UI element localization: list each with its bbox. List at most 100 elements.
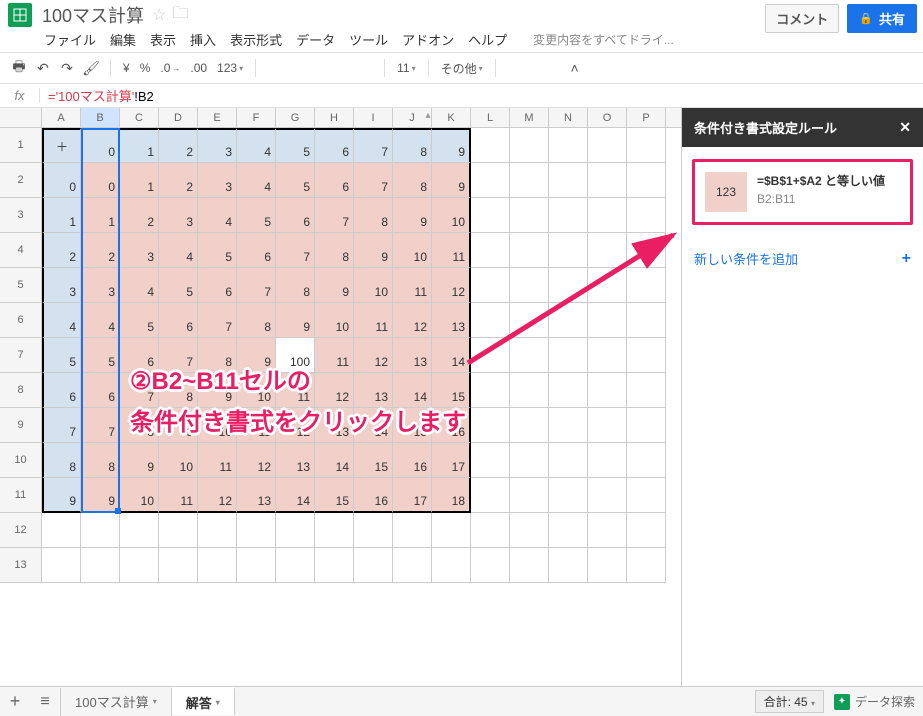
cell-I3[interactable]: 8	[354, 198, 393, 233]
cell-H8[interactable]: 12	[315, 373, 354, 408]
cell-E4[interactable]: 5	[198, 233, 237, 268]
cell-O2[interactable]	[588, 163, 627, 198]
cell-H13[interactable]	[315, 548, 354, 583]
cell-A4[interactable]: 2	[42, 233, 81, 268]
cell-D8[interactable]: 8	[159, 373, 198, 408]
col-header-N[interactable]: N	[549, 108, 588, 127]
cell-P13[interactable]	[627, 548, 666, 583]
cell-E12[interactable]	[198, 513, 237, 548]
menu-file[interactable]: ファイル	[44, 30, 96, 49]
row-header-5[interactable]: 5	[0, 268, 42, 303]
cell-G11[interactable]: 14	[276, 478, 315, 513]
row-header-4[interactable]: 4	[0, 233, 42, 268]
cell-C7[interactable]: 6	[120, 338, 159, 373]
cell-D4[interactable]: 4	[159, 233, 198, 268]
cell-A2[interactable]: 0	[42, 163, 81, 198]
menu-tools[interactable]: ツール	[349, 30, 388, 49]
print-icon[interactable]: 🖶	[8, 57, 30, 79]
cell-E5[interactable]: 6	[198, 268, 237, 303]
cell-F12[interactable]	[237, 513, 276, 548]
cell-J8[interactable]: 14	[393, 373, 432, 408]
cell-C3[interactable]: 2	[120, 198, 159, 233]
cell-L3[interactable]	[471, 198, 510, 233]
cell-N11[interactable]	[549, 478, 588, 513]
cell-O11[interactable]	[588, 478, 627, 513]
dec-decrease-button[interactable]: .0→	[156, 61, 184, 75]
cell-N1[interactable]	[549, 128, 588, 163]
cell-B12[interactable]	[81, 513, 120, 548]
cell-L8[interactable]	[471, 373, 510, 408]
cell-C13[interactable]	[120, 548, 159, 583]
cell-I12[interactable]	[354, 513, 393, 548]
cell-N8[interactable]	[549, 373, 588, 408]
cell-A3[interactable]: 1	[42, 198, 81, 233]
col-header-B[interactable]: B	[81, 108, 120, 127]
cell-P4[interactable]	[627, 233, 666, 268]
cell-K3[interactable]: 10	[432, 198, 471, 233]
cell-L6[interactable]	[471, 303, 510, 338]
cell-G12[interactable]	[276, 513, 315, 548]
menu-addons[interactable]: アドオン	[402, 30, 454, 49]
cell-M4[interactable]	[510, 233, 549, 268]
add-rule-button[interactable]: 新しい条件を追加 +	[682, 237, 923, 280]
cell-N10[interactable]	[549, 443, 588, 478]
cell-B10[interactable]: 8	[81, 443, 120, 478]
cell-P10[interactable]	[627, 443, 666, 478]
col-header-M[interactable]: M	[510, 108, 549, 127]
cell-K10[interactable]: 17	[432, 443, 471, 478]
more-button[interactable]: その他 ▾	[437, 60, 487, 77]
cell-F7[interactable]: 9	[237, 338, 276, 373]
cell-F10[interactable]: 12	[237, 443, 276, 478]
cell-H4[interactable]: 8	[315, 233, 354, 268]
cell-I11[interactable]: 16	[354, 478, 393, 513]
cell-H5[interactable]: 9	[315, 268, 354, 303]
cell-F4[interactable]: 6	[237, 233, 276, 268]
cell-C5[interactable]: 4	[120, 268, 159, 303]
cell-E2[interactable]: 3	[198, 163, 237, 198]
col-header-O[interactable]: O	[588, 108, 627, 127]
cell-L10[interactable]	[471, 443, 510, 478]
dec-increase-button[interactable]: .00	[186, 61, 211, 75]
cell-O9[interactable]	[588, 408, 627, 443]
cell-G4[interactable]: 7	[276, 233, 315, 268]
paint-format-icon[interactable]: 🖌	[80, 57, 102, 79]
menu-help[interactable]: ヘルプ	[468, 30, 507, 49]
col-header-I[interactable]: I	[354, 108, 393, 127]
cell-O12[interactable]	[588, 513, 627, 548]
cell-F6[interactable]: 8	[237, 303, 276, 338]
cell-P9[interactable]	[627, 408, 666, 443]
row-header-10[interactable]: 10	[0, 443, 42, 478]
cell-I13[interactable]	[354, 548, 393, 583]
cell-K12[interactable]	[432, 513, 471, 548]
row-header-11[interactable]: 11	[0, 478, 42, 513]
cell-C8[interactable]: 7	[120, 373, 159, 408]
cell-K1[interactable]: 9	[432, 128, 471, 163]
cell-B6[interactable]: 4	[81, 303, 120, 338]
cell-G6[interactable]: 9	[276, 303, 315, 338]
cell-K7[interactable]: 14	[432, 338, 471, 373]
row-header-6[interactable]: 6	[0, 303, 42, 338]
row-header-13[interactable]: 13	[0, 548, 42, 583]
cell-O13[interactable]	[588, 548, 627, 583]
cell-L9[interactable]	[471, 408, 510, 443]
cell-M3[interactable]	[510, 198, 549, 233]
col-header-L[interactable]: L	[471, 108, 510, 127]
cell-M6[interactable]	[510, 303, 549, 338]
cell-N4[interactable]	[549, 233, 588, 268]
cell-F3[interactable]: 5	[237, 198, 276, 233]
cell-A11[interactable]: 9	[42, 478, 81, 513]
cell-H3[interactable]: 7	[315, 198, 354, 233]
cell-P7[interactable]	[627, 338, 666, 373]
cell-H2[interactable]: 6	[315, 163, 354, 198]
cell-E3[interactable]: 4	[198, 198, 237, 233]
cell-M12[interactable]	[510, 513, 549, 548]
cell-M5[interactable]	[510, 268, 549, 303]
col-header-A[interactable]: A	[42, 108, 81, 127]
cell-H11[interactable]: 15	[315, 478, 354, 513]
cell-M1[interactable]	[510, 128, 549, 163]
cell-O5[interactable]	[588, 268, 627, 303]
row-header-3[interactable]: 3	[0, 198, 42, 233]
cell-K9[interactable]: 16	[432, 408, 471, 443]
menu-view[interactable]: 表示	[150, 30, 176, 49]
star-icon[interactable]: ☆	[152, 5, 166, 25]
